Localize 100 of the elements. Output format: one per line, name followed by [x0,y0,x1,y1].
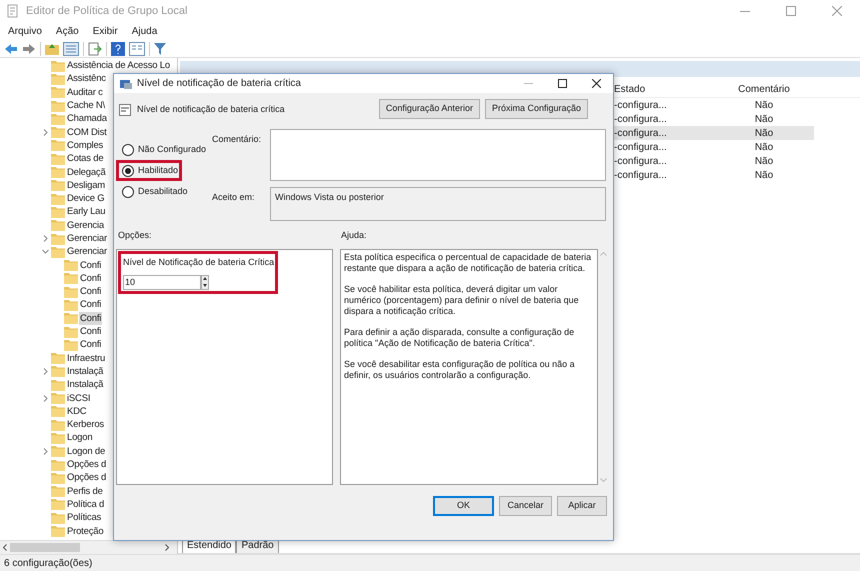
chevron-right-icon[interactable] [42,368,48,375]
number-field[interactable]: 10 [123,274,201,290]
tree-item[interactable]: Confi [79,272,102,285]
scroll-left-icon[interactable] [3,544,7,551]
menu-item[interactable]: Ação [56,24,79,38]
forward-arrow-icon[interactable] [22,42,36,54]
comment-field[interactable] [270,129,606,181]
tree-item[interactable]: Auditar c [66,86,104,99]
table-cell-text: Não [754,168,774,182]
tree-item[interactable]: Chamada [66,112,108,126]
tree-item[interactable]: Confi [79,298,102,312]
folder-icon [51,405,65,418]
dialog-title: Nível de notificação de bateria crítica [137,77,301,91]
table-row[interactable]: -configura... Não [614,140,814,154]
maximize-icon [558,79,566,88]
dialog-button[interactable]: Aplicar [557,496,607,516]
tree-view-icon[interactable] [63,42,79,56]
tree-item[interactable]: Gerenciar [66,232,108,245]
minimize-icon [740,10,750,12]
help-paragraph: Se você habilitar esta política, deverá digitar um valor numérico (porcentagem) para definir o nível de bateria que dispara a notificação crítica. [344,284,580,317]
tree-item[interactable]: KDC [66,404,88,418]
folder-icon [51,352,65,364]
tree-item[interactable]: Device G [66,192,106,206]
folder-up-icon[interactable] [45,42,59,56]
options-label: Opções: [118,229,153,242]
up-arrow-icon [203,277,207,280]
radio-button[interactable] [122,144,134,156]
table-cell-text: -configura... [614,112,668,126]
tree-item[interactable]: Infraestru [66,352,106,365]
tree-item[interactable]: Logon [66,431,94,444]
chevron-down-icon[interactable] [42,248,48,256]
tree-item[interactable]: Gerenciar [66,245,108,258]
option-label: Nível de Notificação de bateria Crítica [123,256,273,269]
table-row[interactable]: -configura... Não [614,168,814,182]
tree-item[interactable]: Política d [66,498,106,511]
menu-item[interactable]: Exibir [92,24,118,38]
tree-item[interactable]: Confi [79,325,102,338]
chevron-right-icon[interactable] [42,394,48,402]
radio-label: Não Configurado [138,142,206,156]
tree-item[interactable]: Confi [79,285,102,298]
filter-icon[interactable] [154,42,166,54]
table-cell-text: -configura... [614,126,668,140]
tree-item[interactable]: COM Dist [66,126,108,139]
folder-icon [51,112,65,125]
tree-item[interactable]: Logon de [66,444,106,458]
table-row[interactable]: -configura... Não [614,112,814,126]
dialog-button[interactable]: OK [433,496,494,516]
tree-item[interactable]: Comples [66,138,104,152]
column-header[interactable]: Estado [614,82,714,97]
nav-button[interactable]: Próxima Configuração [484,99,588,119]
tree-item[interactable]: Opções d [66,471,108,484]
tree-item[interactable]: Cache N\ [66,99,106,112]
chevron-right-icon[interactable] [42,235,48,242]
tree-item[interactable]: Desligam [66,178,106,192]
dialog-button[interactable]: Cancelar [499,496,552,516]
tree-item[interactable]: Instalaçã [66,364,104,378]
tree-item[interactable]: Cotas de [66,152,104,166]
table-row[interactable]: -configura... Não [614,154,814,168]
table-cell-text: Não [754,140,774,154]
properties-icon[interactable] [129,42,145,56]
tree-item[interactable]: Assistência de Acesso Lo [66,59,171,72]
tree-item[interactable]: Proteção [66,524,104,538]
tree-item[interactable]: Opções d [66,458,108,472]
horizontal-scrollbar[interactable] [0,540,177,554]
tree-item[interactable]: iSCSI [66,392,92,405]
nav-button[interactable]: Configuração Anterior [378,99,480,119]
tree-item[interactable]: Confi [79,312,102,325]
tree-item[interactable]: Confi [79,258,102,272]
tree-item[interactable]: Gerencia [66,218,105,232]
chevron-right-icon[interactable] [42,128,48,136]
close-icon [592,79,600,88]
tree-item[interactable]: Delegaçã [66,166,107,179]
table-cell-text: Não [754,154,774,168]
column-header[interactable]: Comentário [714,82,814,97]
tree-item[interactable]: Políticas [66,511,102,524]
table-row[interactable]: -configura... Não [614,98,814,112]
back-arrow-icon[interactable] [4,42,18,54]
tree-item[interactable]: Early Lau [66,205,106,218]
tree-item[interactable]: Assistênc [66,72,107,86]
table-row[interactable]: -configura... Não [614,126,814,140]
tree-item[interactable]: Instalaçã [66,378,104,392]
tree-item[interactable]: Kerberos [66,418,105,432]
menu-item[interactable]: Ajuda [132,24,158,38]
folder-icon [64,286,78,298]
radio-button[interactable] [122,164,134,176]
setting-icon [119,104,131,116]
tree-item[interactable]: Perfis de [66,484,104,498]
chevron-right-icon[interactable] [42,448,48,455]
tree-item[interactable]: Confi [79,338,102,352]
export-icon[interactable] [88,42,102,56]
menu-item[interactable]: Arquivo [8,24,42,38]
table-cell-text: -configura... [614,140,668,154]
maximize-icon [786,6,796,16]
spin-button[interactable] [201,274,209,290]
help-icon[interactable] [111,42,125,56]
folder-icon [51,152,65,165]
folder-icon [64,338,78,351]
folder-icon [51,219,65,232]
scroll-right-icon[interactable] [165,544,169,551]
radio-button[interactable] [122,186,134,198]
